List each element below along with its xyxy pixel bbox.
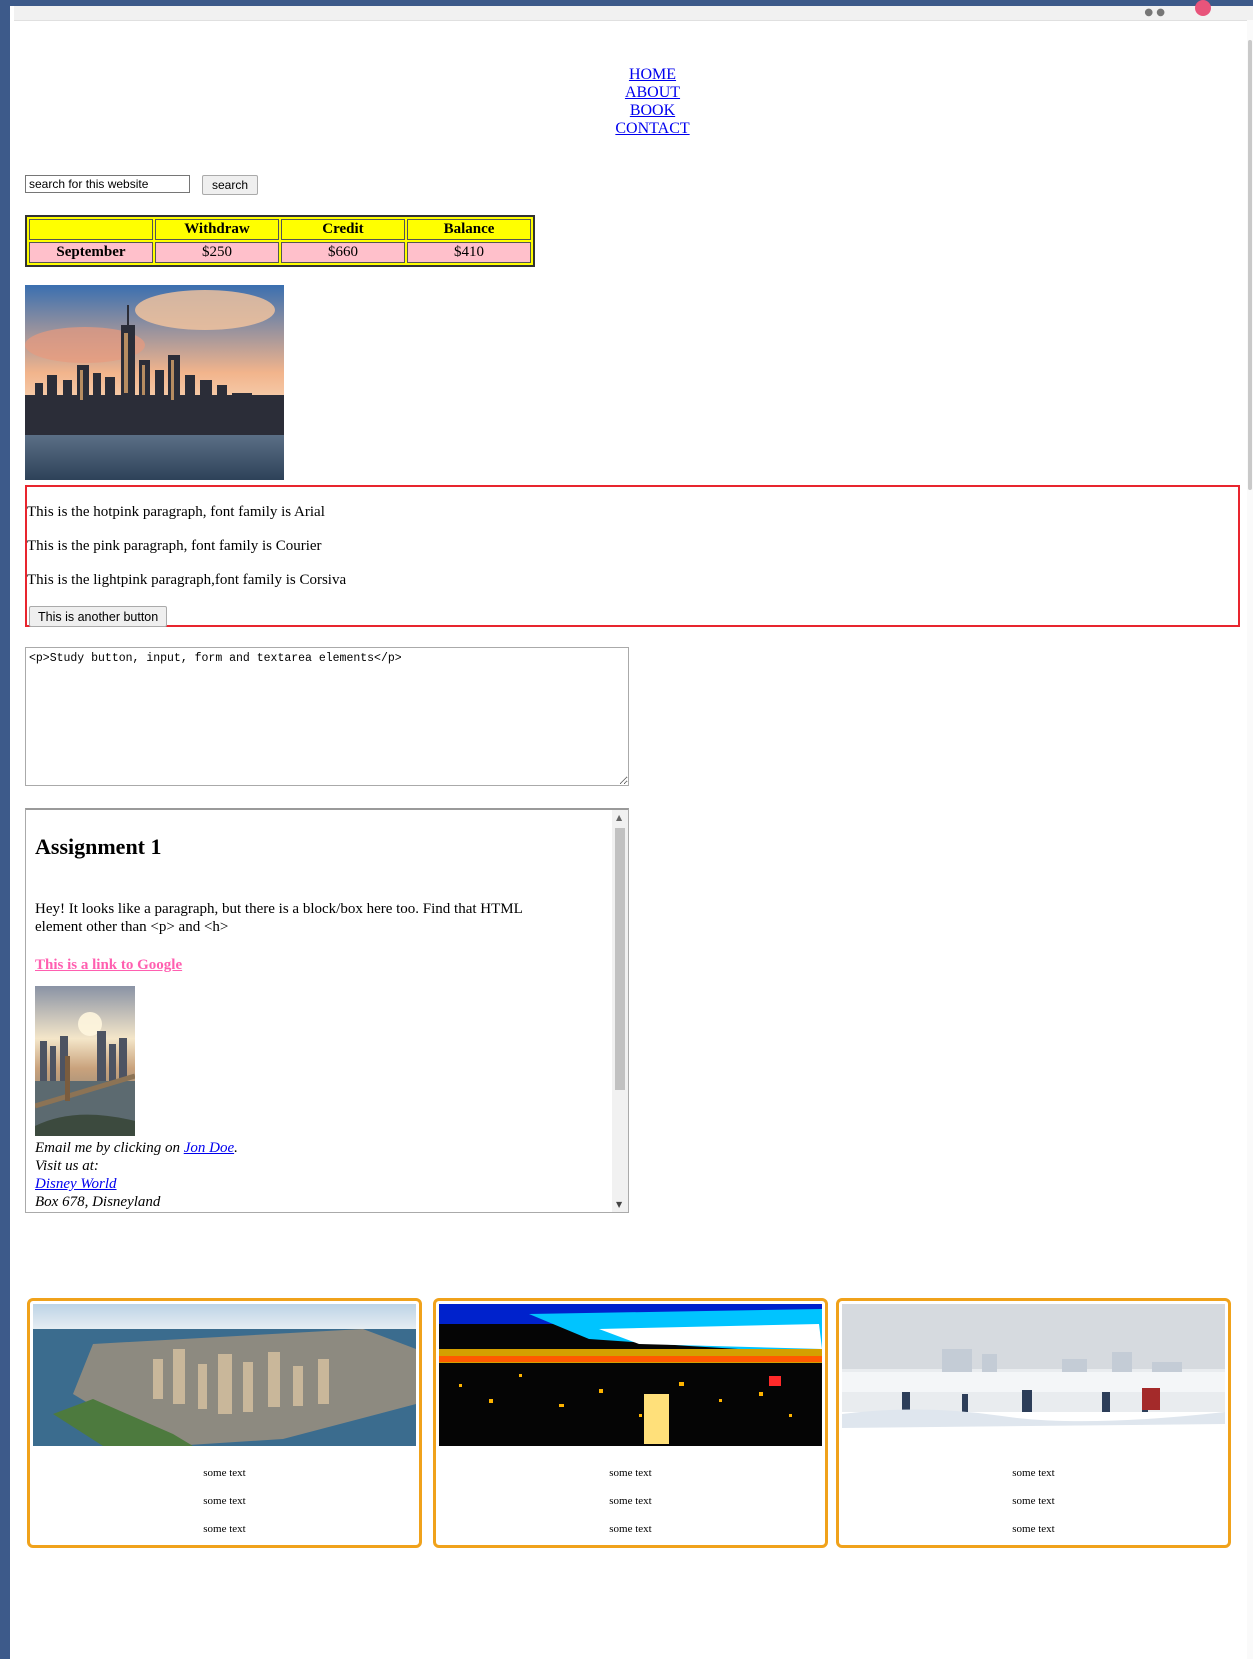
another-button[interactable]: This is another button [29,606,168,627]
assignment-frame[interactable]: Assignment 1 Hey! It looks like a paragr… [25,808,629,1213]
google-link[interactable]: This is a link to Google [35,957,182,974]
hotpink-paragraph: This is the hotpink paragraph, font fami… [27,504,325,520]
card-text: some text [203,1495,246,1507]
city-skyline-photo [25,285,284,480]
card-text: some text [1012,1467,1055,1479]
balance-table: Withdraw Credit Balance September $250 $… [25,215,535,267]
table-cell: $660 [281,242,405,263]
assignment-intro: Hey! It looks like a paragraph, but ther… [35,901,523,935]
window-frame-left [0,0,10,1659]
bridge-photo [35,986,135,1136]
nav-link-contact[interactable]: CONTACT [0,120,1253,138]
photo-card: some text some text some text [433,1298,828,1548]
table-header-cell: Credit [281,219,405,240]
search-button[interactable]: search [202,175,258,195]
scroll-up-arrow-icon[interactable]: ▲ [616,813,622,822]
pink-paragraph: This is the pink paragraph, font family … [27,538,322,554]
nav-link-home[interactable]: HOME [0,66,1253,84]
card-text: some text [609,1495,652,1507]
code-textarea[interactable]: <p>Study button, input, form and textare… [25,647,629,786]
box-line: Box 678, Disneyland [35,1194,161,1210]
table-header-cell: Withdraw [155,219,279,240]
assignment-title: Assignment 1 [35,834,162,859]
lightpink-paragraph: This is the lightpink paragraph,font fam… [27,572,347,588]
card-aerial-city-photo [33,1304,416,1446]
paragraph-box: This is the hotpink paragraph, font fami… [25,485,1240,627]
email-prefix: Email me by clicking on [35,1140,184,1156]
contact-address: Email me by clicking on Jon Doe. Visit u… [35,1139,238,1211]
extensions-icon[interactable]: ● ● [1144,7,1165,18]
card-text: some text [609,1467,652,1479]
visit-label: Visit us at: [35,1158,99,1174]
assignment-scrollbar-thumb[interactable] [615,828,625,1090]
table-cell: $250 [155,242,279,263]
card-text: some text [203,1467,246,1479]
card-text: some text [1012,1495,1055,1507]
email-suffix: . [234,1140,238,1156]
card-text: some text [203,1523,246,1535]
card-text: some text [1012,1523,1055,1535]
photo-card: some text some text some text [27,1298,422,1548]
table-row-header: September [29,242,153,263]
main-nav: HOME ABOUT BOOK CONTACT [0,66,1253,138]
scroll-down-arrow-icon[interactable]: ▼ [616,1200,622,1209]
table-cell: $410 [407,242,531,263]
nav-link-book[interactable]: BOOK [0,102,1253,120]
disney-world-link[interactable]: Disney World [35,1176,117,1192]
table-header-cell [29,219,153,240]
table-header-row: Withdraw Credit Balance [29,219,531,240]
page-scrollbar[interactable] [1247,20,1253,1659]
photo-card: some text some text some text [836,1298,1231,1548]
card-night-city-photo [439,1304,822,1446]
assignment-scrollbar[interactable]: ▲ ▼ [612,810,628,1212]
profile-avatar[interactable] [1195,0,1211,16]
browser-toolbar-strip: ● ● [14,0,1253,21]
table-header-cell: Balance [407,219,531,240]
card-text: some text [609,1523,652,1535]
card-winter-waterfront-photo [842,1304,1225,1446]
table-row: September $250 $660 $410 [29,242,531,263]
email-link[interactable]: Jon Doe [184,1140,234,1156]
search-input[interactable] [25,175,190,193]
nav-link-about[interactable]: ABOUT [0,84,1253,102]
